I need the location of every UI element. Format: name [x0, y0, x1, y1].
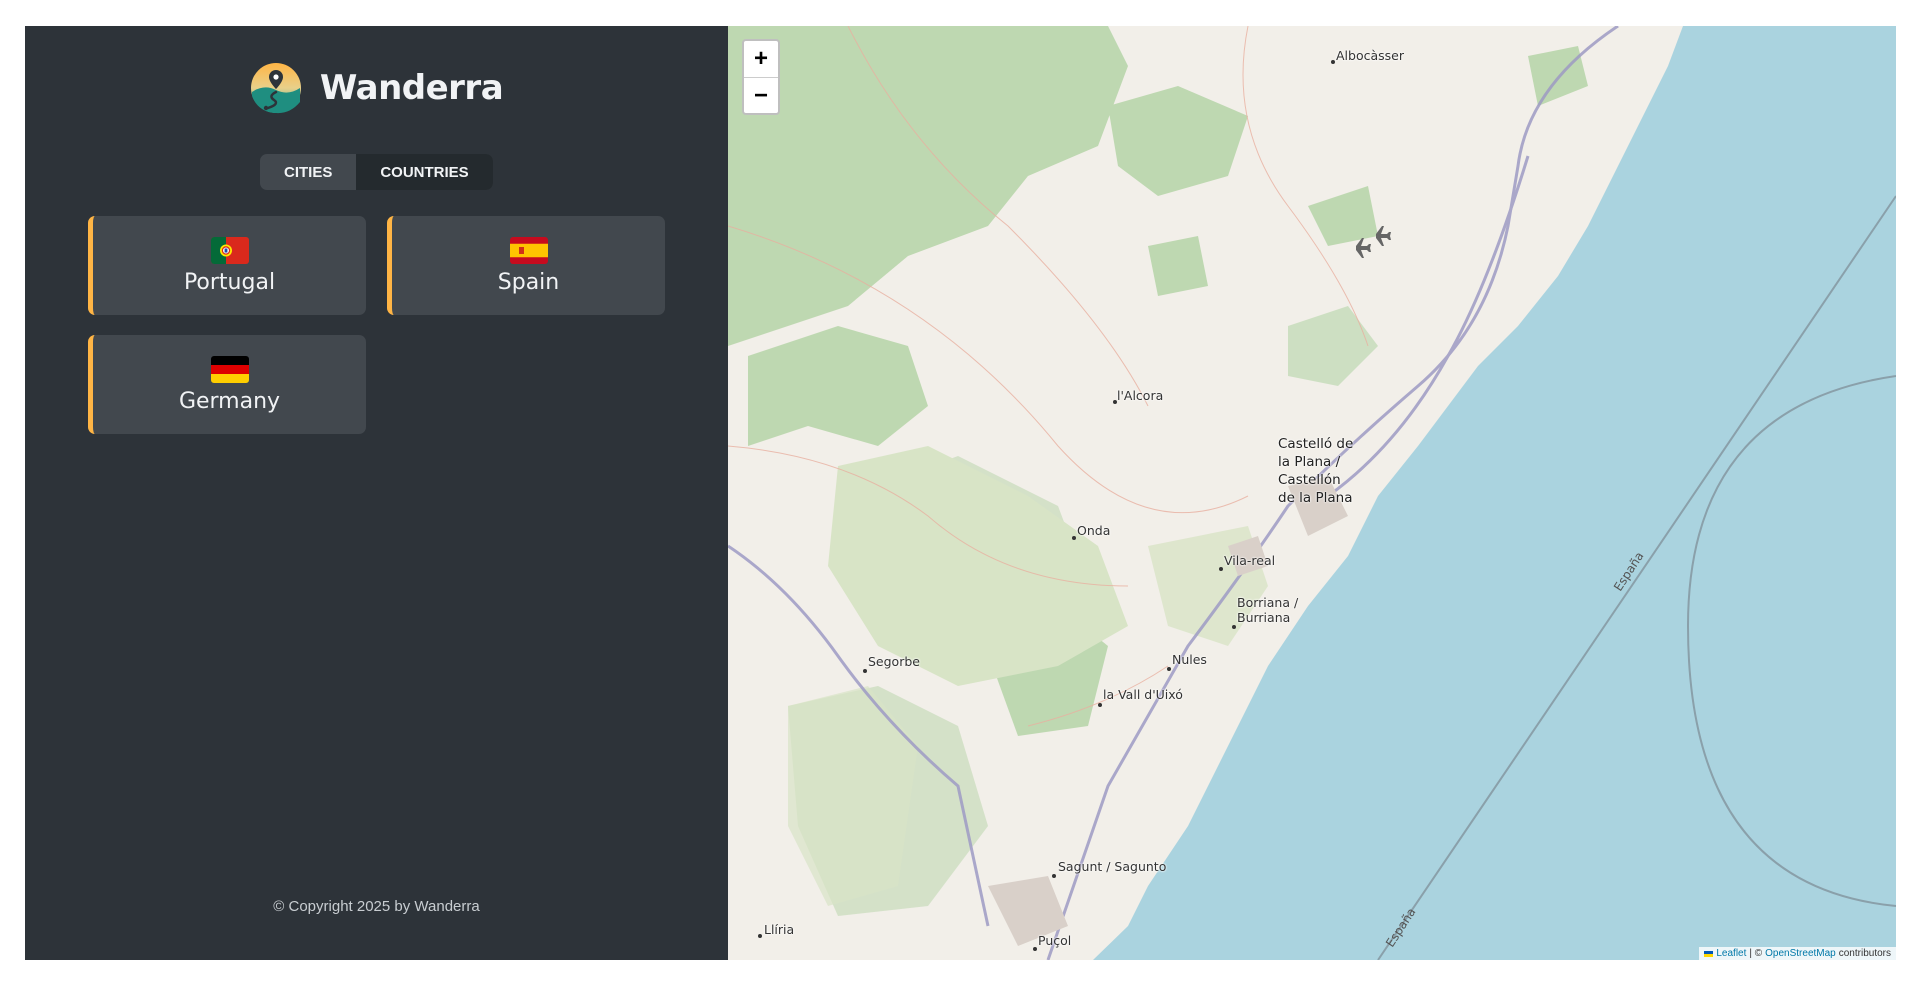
tab-countries[interactable]: Countries [356, 154, 493, 190]
country-list: Portugal Spain Germany [88, 216, 665, 434]
tab-switcher: Cities Countries [260, 154, 493, 190]
place-dot [1232, 625, 1236, 629]
map-pin-logo-icon [250, 63, 301, 114]
app-layout: Wanderra Cities Countries Portugal [25, 26, 1896, 960]
openstreetmap-link[interactable]: OpenStreetMap [1765, 948, 1836, 959]
place-dot [1033, 947, 1037, 951]
ukraine-flag-icon [1704, 951, 1714, 957]
brand-logo[interactable]: Wanderra [25, 62, 728, 114]
country-name: Portugal [183, 269, 276, 295]
zoom-control: + − [742, 39, 780, 115]
country-card-spain[interactable]: Spain [387, 216, 665, 315]
country-name: Spain [497, 269, 560, 295]
place-label: la Vall d'Uixó [1103, 687, 1183, 702]
place-dot [758, 934, 762, 938]
place-label: Vila-real [1224, 553, 1276, 568]
place-dot [1219, 567, 1223, 571]
place-label: Puçol [1038, 933, 1072, 948]
zoom-in-button[interactable]: + [744, 41, 778, 77]
place-label: Sagunt / Sagunto [1058, 859, 1167, 874]
place-label: l'Alcora [1117, 388, 1164, 403]
place-label: Segorbe [868, 654, 920, 669]
attribution-separator: | © [1749, 948, 1763, 959]
leaflet-link[interactable]: Leaflet [1716, 948, 1746, 959]
sidebar: Wanderra Cities Countries Portugal [25, 26, 728, 960]
place-dot [1052, 874, 1056, 878]
place-dot [1098, 703, 1102, 707]
place-label: Onda [1077, 523, 1111, 538]
map-view[interactable]: Albocàsser l'Alcora Castelló de la Plana… [728, 26, 1896, 960]
place-dot [1167, 667, 1171, 671]
copyright-footer: © Copyright 2025 by Wanderra [273, 898, 480, 915]
place-label: Nules [1172, 652, 1207, 667]
place-label-borriana: Borriana / Burriana [1237, 595, 1299, 625]
germany-flag-icon [210, 355, 249, 383]
country-card-germany[interactable]: Germany [88, 335, 366, 434]
place-label: Llíria [764, 922, 795, 937]
country-name: Germany [178, 388, 281, 414]
portugal-flag-icon [210, 236, 249, 264]
map-attribution: Leaflet | © OpenStreetMap contributors [1699, 947, 1896, 960]
spain-flag-icon [509, 236, 548, 264]
place-label-castello: Castelló de la Plana / Castellón de la P… [1278, 436, 1354, 506]
place-dot [863, 669, 867, 673]
attribution-suffix: contributors [1838, 948, 1891, 959]
country-card-portugal[interactable]: Portugal [88, 216, 366, 315]
place-dot [1072, 536, 1076, 540]
place-label: Albocàsser [1336, 48, 1404, 63]
zoom-out-button[interactable]: − [744, 77, 778, 113]
place-dot [1331, 60, 1335, 64]
brand-name: Wanderra [319, 68, 504, 108]
tab-cities[interactable]: Cities [260, 154, 356, 190]
